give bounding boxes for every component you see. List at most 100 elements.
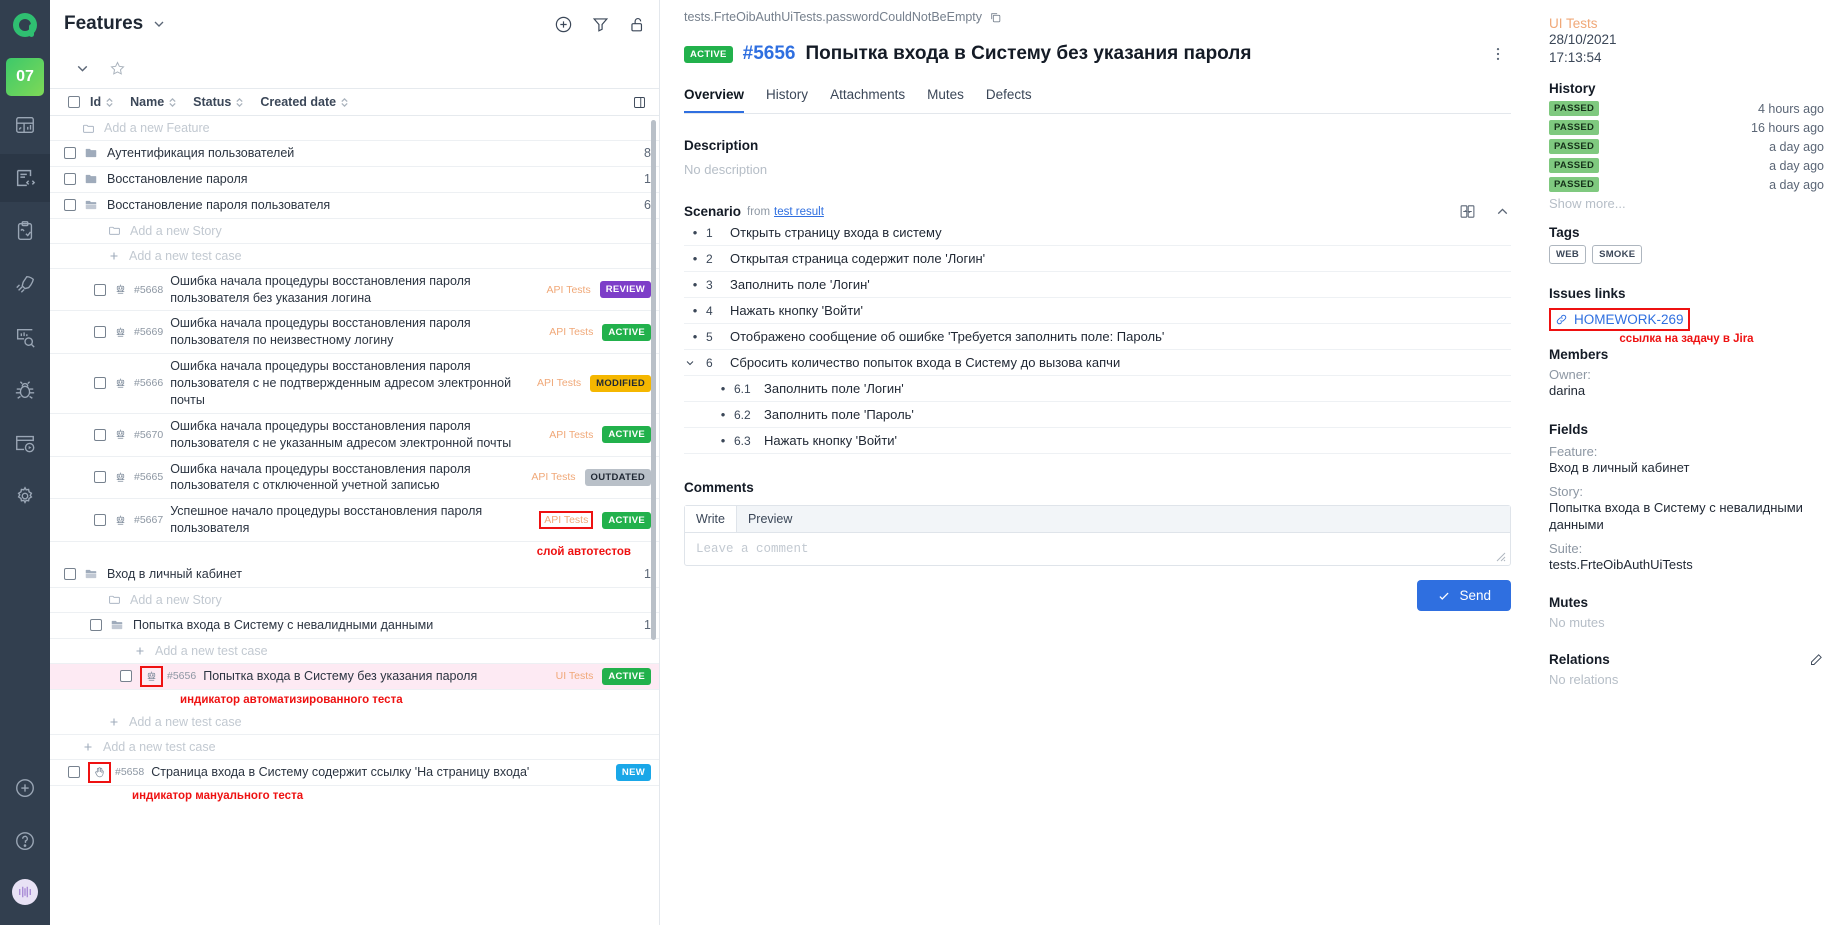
folder-row[interactable]: Аутентификация пользователей 8 [50, 141, 659, 167]
scenario-step[interactable]: • 2 Открытая страница содержит поле 'Логин… [684, 246, 1511, 272]
scenario-test-result-link[interactable]: test result [774, 206, 824, 218]
dashboard-icon[interactable] [0, 101, 50, 149]
reports-icon[interactable] [0, 313, 50, 361]
column-header-name[interactable]: Name [130, 95, 177, 109]
row-checkbox[interactable] [94, 471, 106, 484]
edit-pencil-icon[interactable] [1809, 652, 1824, 667]
select-all-checkbox[interactable] [68, 96, 80, 108]
history-row[interactable]: PASSED a day ago [1549, 158, 1824, 174]
defects-icon[interactable] [0, 366, 50, 414]
feature-tree[interactable]: Add a new Feature Аутентификация пользова… [50, 116, 659, 925]
launches-icon[interactable] [0, 260, 50, 308]
row-checkbox[interactable] [64, 199, 76, 212]
tab-defects[interactable]: Defects [986, 87, 1032, 113]
issue-link[interactable]: HOMEWORK-269 [1551, 310, 1688, 329]
settings-icon[interactable] [0, 472, 50, 520]
column-header-created-date[interactable]: Created date [260, 95, 349, 109]
automated-test-icon[interactable] [140, 665, 163, 687]
project-badge[interactable]: 07 [6, 58, 44, 96]
comment-tabs[interactable]: Write Preview [685, 506, 1510, 533]
row-checkbox[interactable] [64, 568, 76, 581]
tab-history[interactable]: History [766, 87, 808, 113]
row-checkbox[interactable] [90, 619, 102, 632]
sort-icon[interactable] [235, 96, 244, 109]
row-checkbox[interactable] [64, 147, 76, 160]
folder-row[interactable]: Восстановление пароля пользователя 6 [50, 193, 659, 219]
scenario-step[interactable]: • 6.3 Нажать кнопку 'Войти' [684, 428, 1511, 454]
folder-icon[interactable] [84, 567, 98, 581]
test-case-row[interactable]: #5667 Успешное начало процедуры восстанов… [50, 499, 659, 542]
unlock-icon[interactable] [628, 15, 647, 34]
scenario-step[interactable]: • 6.1 Заполнить поле 'Логин' [684, 376, 1511, 402]
app-logo-icon[interactable] [0, 0, 50, 50]
test-case-row[interactable]: #5670 Ошибка начала процедуры восстановле… [50, 414, 659, 457]
folder-icon[interactable] [84, 172, 98, 186]
automation-icon[interactable] [0, 419, 50, 467]
automated-test-icon[interactable] [114, 428, 127, 441]
column-header-id[interactable]: Id [90, 95, 114, 109]
compare-icon[interactable] [1459, 203, 1476, 220]
column-settings-icon[interactable] [632, 95, 647, 110]
collapse-chevron-icon[interactable] [74, 60, 91, 77]
add-row[interactable]: Add a new Story [50, 219, 659, 244]
add-row[interactable]: Add a new test case [50, 639, 659, 664]
folder-icon[interactable] [84, 146, 98, 160]
test-case-row[interactable]: #5665 Ошибка начала процедуры восстановле… [50, 457, 659, 500]
comment-input[interactable]: Leave a comment [685, 533, 1510, 565]
column-header-status[interactable]: Status [193, 95, 244, 109]
copy-icon[interactable] [989, 11, 1002, 24]
test-case-row[interactable]: #5656 Попытка входа в Систему без указани… [50, 663, 659, 690]
folder-row[interactable]: Вход в личный кабинет 1 [50, 562, 659, 588]
add-icon[interactable] [0, 764, 50, 812]
expand-chevron-icon[interactable] [684, 357, 706, 369]
history-row[interactable]: PASSED a day ago [1549, 139, 1824, 155]
row-checkbox[interactable] [94, 428, 106, 441]
scenario-step[interactable]: • 3 Заполнить поле 'Логин' [684, 272, 1511, 298]
add-row[interactable]: Add a new Story [50, 588, 659, 613]
detail-tabs[interactable]: Overview History Attachments Mutes Defects [684, 87, 1511, 114]
row-checkbox[interactable] [94, 326, 106, 339]
case-id[interactable]: #5656 [743, 43, 796, 65]
folder-row[interactable]: Восстановление пароля 1 [50, 167, 659, 193]
manual-test-icon[interactable] [88, 761, 111, 783]
tab-overview[interactable]: Overview [684, 87, 745, 113]
automated-test-icon[interactable] [114, 326, 127, 339]
row-checkbox[interactable] [68, 766, 80, 779]
comment-tab-write[interactable]: Write [685, 506, 737, 532]
automated-test-icon[interactable] [114, 283, 127, 296]
list-scrollbar[interactable] [651, 120, 656, 640]
favorite-star-icon[interactable] [109, 60, 126, 77]
folder-icon[interactable] [110, 618, 124, 632]
scenario-step[interactable]: • 6.2 Заполнить поле 'Пароль' [684, 402, 1511, 428]
test-case-row[interactable]: #5669 Ошибка начала процедуры восстановле… [50, 311, 659, 355]
automated-test-icon[interactable] [114, 471, 127, 484]
add-row[interactable]: Add a new Feature [50, 116, 659, 141]
help-icon[interactable] [0, 817, 50, 865]
folder-icon[interactable] [84, 198, 98, 212]
row-checkbox[interactable] [64, 173, 76, 186]
collapse-scenario-icon[interactable] [1494, 203, 1511, 220]
row-checkbox[interactable] [94, 377, 106, 390]
test-plans-icon[interactable] [0, 207, 50, 255]
add-row[interactable]: Add a new test case [50, 244, 659, 269]
row-checkbox[interactable] [94, 283, 106, 296]
scenario-step[interactable]: • 5 Отображено сообщение об ошибке 'Требуе… [684, 324, 1511, 350]
filter-icon[interactable] [591, 15, 610, 34]
history-row[interactable]: PASSED a day ago [1549, 177, 1824, 193]
tag-chip[interactable]: WEB [1549, 245, 1587, 265]
comment-tab-preview[interactable]: Preview [737, 506, 803, 532]
tab-attachments[interactable]: Attachments [830, 87, 905, 113]
sort-icon[interactable] [105, 96, 114, 109]
test-case-row[interactable]: #5666 Ошибка начала процедуры восстановле… [50, 354, 659, 414]
test-case-row[interactable]: #5668 Ошибка начала процедуры восстановле… [50, 269, 659, 312]
test-cases-icon[interactable] [0, 154, 50, 202]
sort-icon[interactable] [340, 96, 349, 109]
scenario-step[interactable]: • 4 Нажать кнопку 'Войти' [684, 298, 1511, 324]
automated-test-icon[interactable] [114, 377, 127, 390]
folder-row[interactable]: Попытка входа в Систему с невалидными да… [50, 613, 659, 639]
resize-grip-icon[interactable] [1496, 552, 1506, 562]
add-row[interactable]: Add a new test case [50, 735, 659, 760]
tag-chip[interactable]: SMOKE [1592, 245, 1643, 265]
scenario-step[interactable]: • 1 Открыть страницу входа в систему [684, 220, 1511, 246]
more-options-icon[interactable] [1489, 45, 1511, 63]
